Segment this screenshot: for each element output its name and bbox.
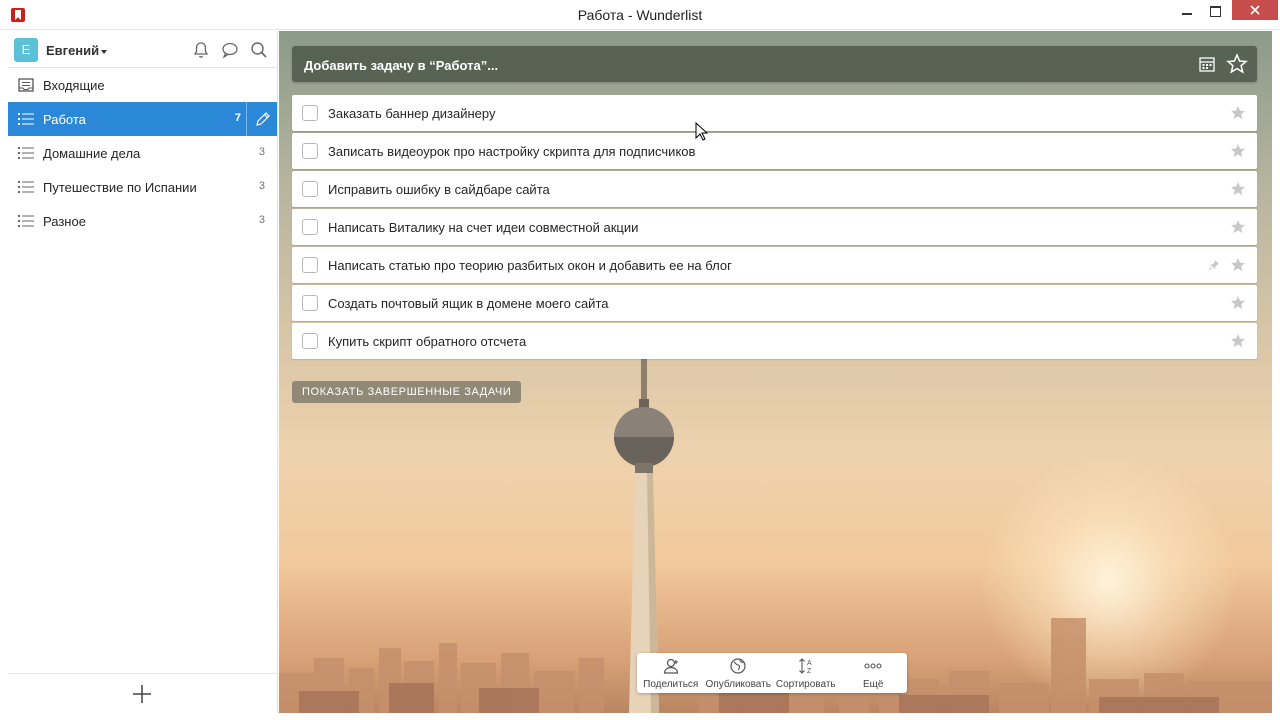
task-checkbox[interactable] [302, 143, 318, 159]
sidebar-item-home[interactable]: Домашние дела 3 [8, 136, 277, 170]
edit-list-button[interactable] [246, 102, 277, 136]
task-checkbox[interactable] [302, 219, 318, 235]
sidebar-item-misc[interactable]: Разное 3 [8, 204, 277, 238]
task-item[interactable]: Написать статью про теорию разбитых окон… [292, 247, 1257, 283]
star-icon[interactable] [1230, 295, 1246, 311]
task-checkbox[interactable] [302, 295, 318, 311]
sidebar-item-label: Путешествие по Испании [43, 180, 197, 195]
task-item[interactable]: Написать Виталику на счет идеи совместно… [292, 209, 1257, 245]
sidebar-item-label: Работа [43, 112, 86, 127]
more-dots-icon [864, 663, 882, 669]
star-icon[interactable] [1230, 181, 1246, 197]
star-icon[interactable] [1230, 219, 1246, 235]
task-panel: Заказать баннер дизайнеру Записать видео… [279, 31, 1272, 713]
comments-icon[interactable] [220, 40, 240, 60]
globe-icon [730, 658, 746, 674]
sort-az-icon: AZ [798, 658, 812, 675]
share-user-icon [663, 658, 678, 674]
task-title: Заказать баннер дизайнеру [328, 106, 496, 121]
search-icon[interactable] [249, 40, 269, 60]
calendar-icon[interactable] [1198, 55, 1216, 73]
task-item[interactable]: Заказать баннер дизайнеру [292, 95, 1257, 131]
list-icon [18, 147, 34, 159]
list-icon [18, 113, 34, 125]
task-title: Записать видеоурок про настройку скрипта… [328, 144, 696, 159]
task-item[interactable]: Купить скрипт обратного отсчета [292, 323, 1257, 359]
task-checkbox[interactable] [302, 181, 318, 197]
sidebar-item-label: Входящие [43, 78, 105, 93]
maximize-button[interactable] [1202, 0, 1228, 22]
task-checkbox[interactable] [302, 257, 318, 273]
list-icon [18, 181, 34, 193]
sidebar-item-count: 3 [258, 214, 265, 226]
sidebar: E Евгений Входящие Работа 7 Домашние дел… [8, 31, 278, 713]
minimize-button[interactable] [1174, 0, 1200, 22]
sort-button[interactable]: AZ Сортировать [772, 653, 840, 693]
pencil-icon [256, 112, 270, 126]
share-button[interactable]: Поделиться [637, 653, 705, 693]
close-icon [1250, 5, 1260, 15]
window-title: Работа - Wunderlist [577, 7, 703, 23]
star-icon[interactable] [1230, 333, 1246, 349]
sidebar-item-count: 3 [258, 180, 265, 192]
task-item[interactable]: Создать почтовый ящик в домене моего сай… [292, 285, 1257, 321]
star-icon[interactable] [1226, 53, 1248, 75]
sidebar-item-work[interactable]: Работа 7 [8, 102, 277, 136]
show-completed-button[interactable]: ПОКАЗАТЬ ЗАВЕРШЕННЫЕ ЗАДАЧИ [292, 381, 522, 403]
add-task-bar [292, 46, 1257, 82]
star-icon[interactable] [1230, 257, 1246, 273]
avatar[interactable]: E [14, 38, 38, 62]
inbox-icon [18, 78, 34, 92]
sidebar-footer [8, 673, 277, 713]
star-icon[interactable] [1230, 105, 1246, 121]
task-title: Написать Виталику на счет идеи совместно… [328, 220, 639, 235]
sidebar-item-spain-trip[interactable]: Путешествие по Испании 3 [8, 170, 277, 204]
task-title: Купить скрипт обратного отсчета [328, 334, 527, 349]
more-button[interactable]: Ещё [840, 653, 908, 693]
task-item[interactable]: Записать видеоурок про настройку скрипта… [292, 133, 1257, 169]
user-header: E Евгений [8, 31, 277, 68]
more-label: Ещё [863, 679, 884, 690]
caret-down-icon [101, 49, 108, 54]
task-list: Заказать баннер дизайнеру Записать видео… [292, 95, 1257, 361]
task-item[interactable]: Исправить ошибку в сайдбаре сайта [292, 171, 1257, 207]
mouse-cursor-icon [695, 122, 708, 141]
add-task-input[interactable] [304, 56, 1184, 74]
publish-button[interactable]: Опубликовать [705, 653, 773, 693]
user-menu[interactable]: Евгений [46, 43, 108, 58]
close-button[interactable] [1232, 0, 1278, 20]
list-icon [18, 215, 34, 227]
share-label: Поделиться [643, 679, 699, 690]
bell-icon[interactable] [191, 40, 211, 60]
task-title: Исправить ошибку в сайдбаре сайта [328, 182, 550, 197]
sort-label: Сортировать [775, 679, 836, 690]
publish-label: Опубликовать [705, 679, 771, 690]
title-bar: Работа - Wunderlist [0, 0, 1280, 30]
sidebar-item-count: 7 [234, 112, 241, 124]
pin-icon[interactable] [1208, 259, 1220, 271]
user-name: Евгений [46, 43, 100, 58]
bottom-toolbar: Поделиться Опубликовать AZ Сортировать Е… [637, 653, 907, 693]
task-checkbox[interactable] [302, 333, 318, 349]
task-title: Создать почтовый ящик в домене моего сай… [328, 296, 609, 311]
sidebar-item-inbox[interactable]: Входящие [8, 68, 277, 102]
star-icon[interactable] [1230, 143, 1246, 159]
task-title: Написать статью про теорию разбитых окон… [328, 258, 732, 273]
sidebar-item-count: 3 [258, 146, 265, 158]
plus-icon[interactable] [132, 684, 152, 704]
task-checkbox[interactable] [302, 105, 318, 121]
svg-text:A: A [807, 660, 812, 667]
svg-text:Z: Z [807, 668, 812, 675]
sidebar-item-label: Домашние дела [43, 146, 141, 161]
sidebar-item-label: Разное [43, 214, 86, 229]
